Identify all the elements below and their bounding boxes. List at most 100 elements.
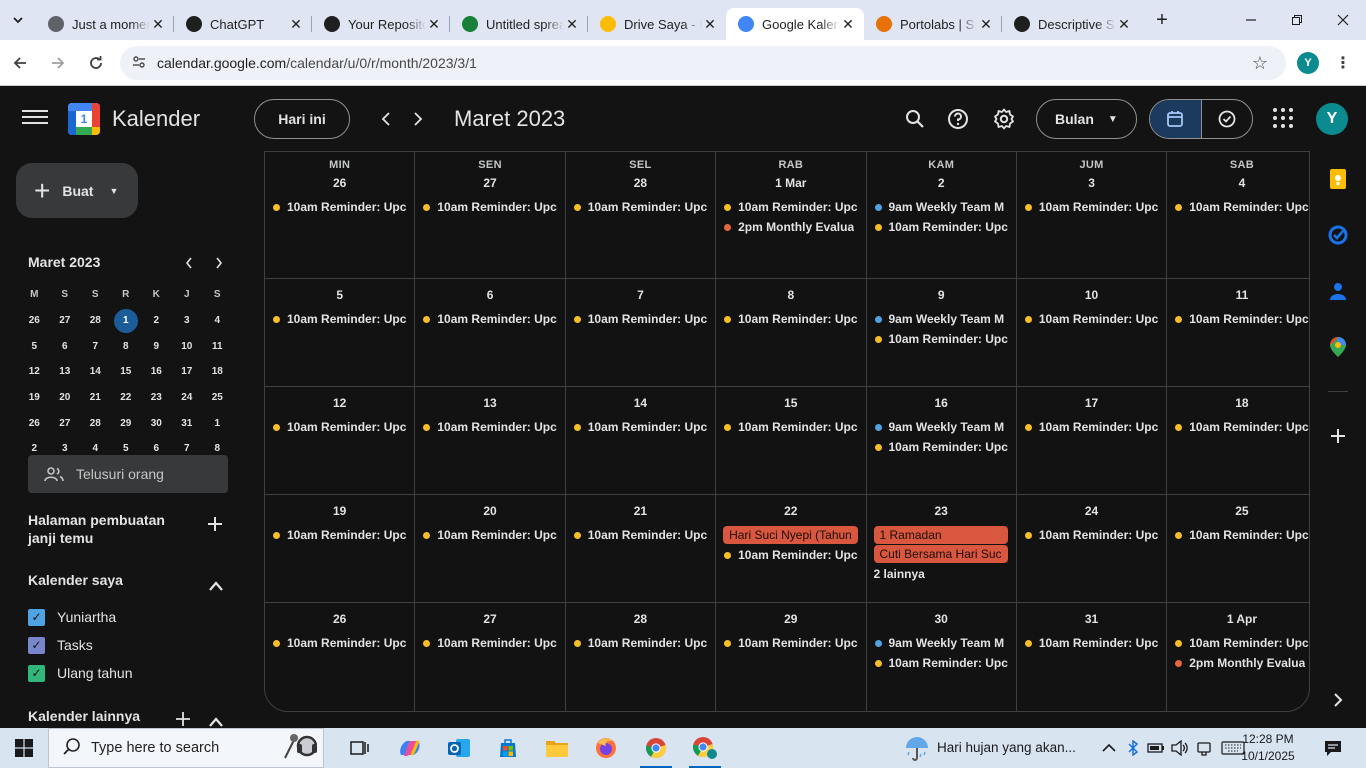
day-cell[interactable]: 1 Apr 10am Reminder: Upc 2pm Monthly Evalu… (1167, 603, 1309, 711)
timed-event[interactable]: 10am Reminder: Upc (874, 437, 1008, 457)
day-cell[interactable]: 5 10am Reminder: Upc (265, 279, 416, 387)
my-calendars-title[interactable]: Kalender saya (28, 571, 123, 589)
create-button[interactable]: + Buat ▼ (16, 163, 138, 218)
close-tab-icon[interactable]: ✕ (426, 16, 442, 33)
mini-day[interactable]: 7 (80, 333, 111, 359)
volume-icon[interactable] (1169, 728, 1191, 768)
day-cell[interactable]: 8 10am Reminder: Upc (716, 279, 867, 387)
mini-day[interactable]: 6 (50, 333, 81, 359)
timed-event[interactable]: 10am Reminder: Upc (422, 417, 557, 437)
keep-icon[interactable] (1328, 169, 1348, 189)
address-bar[interactable]: calendar.google.com/calendar/u/0/r/month… (120, 46, 1286, 80)
close-tab-icon[interactable]: ✕ (702, 16, 718, 33)
day-cell[interactable]: 16 9am Weekly Team M 10am Reminder: Upc (866, 387, 1017, 495)
add-other-calendar-icon[interactable] (175, 707, 191, 728)
day-cell[interactable]: MIN 26 10am Reminder: Upc (265, 152, 416, 279)
mini-day[interactable]: 27 (50, 308, 81, 334)
mini-day[interactable]: 31 (172, 410, 203, 436)
browser-profile-avatar[interactable]: Y (1297, 52, 1319, 74)
mini-day[interactable]: 16 (141, 359, 172, 385)
timed-event[interactable]: 10am Reminder: Upc (723, 309, 858, 329)
mini-day[interactable]: 27 (50, 410, 81, 436)
day-number[interactable]: 27 (415, 174, 564, 194)
timed-event[interactable]: 10am Reminder: Upc (1024, 633, 1158, 653)
timed-event[interactable]: 10am Reminder: Upc (272, 633, 406, 653)
day-number[interactable]: 20 (415, 502, 564, 522)
timed-event[interactable]: 10am Reminder: Upc (1174, 633, 1309, 653)
timed-event[interactable]: 10am Reminder: Upc (272, 309, 406, 329)
browser-menu-icon[interactable]: ⋮ (1335, 52, 1351, 74)
timed-event[interactable]: 9am Weekly Team M (874, 309, 1008, 329)
next-month-icon[interactable] (402, 103, 434, 135)
today-button[interactable]: Hari ini (254, 99, 350, 139)
mini-day[interactable]: 2 (141, 308, 172, 334)
restore-icon[interactable] (1274, 0, 1320, 40)
day-number[interactable]: 2 (867, 174, 1016, 194)
day-number[interactable]: 9 (867, 286, 1016, 306)
day-cell[interactable]: SAB 4 10am Reminder: Upc (1167, 152, 1309, 279)
mini-day[interactable]: 9 (141, 333, 172, 359)
close-tab-icon[interactable]: ✕ (150, 16, 166, 33)
mini-day[interactable]: 23 (141, 385, 172, 411)
maps-icon[interactable] (1328, 337, 1348, 357)
day-number[interactable]: 24 (1017, 502, 1166, 522)
day-cell[interactable]: 14 10am Reminder: Upc (565, 387, 717, 495)
mini-day[interactable]: 10 (172, 333, 203, 359)
day-number[interactable]: 6 (415, 286, 564, 306)
browser-tab[interactable]: Drive Saya - Google Drive✕ (587, 8, 726, 40)
day-cell[interactable]: 7 10am Reminder: Upc (565, 279, 717, 387)
notification-icon[interactable] (1318, 728, 1348, 768)
bluetooth-icon[interactable] (1122, 728, 1144, 768)
browser-tab[interactable]: Just a moment...✕ (36, 8, 174, 40)
mini-day[interactable]: 1 (202, 410, 233, 436)
day-number[interactable]: 3 (1017, 174, 1166, 194)
day-cell[interactable]: 19 10am Reminder: Upc (265, 495, 416, 603)
mini-day[interactable]: 8 (111, 333, 142, 359)
copilot-icon[interactable] (386, 728, 434, 768)
timed-event[interactable]: 10am Reminder: Upc (573, 525, 707, 545)
browser-tab[interactable]: ChatGPT ✕ (173, 8, 312, 40)
day-number[interactable]: 16 (867, 394, 1016, 414)
settings-gear-icon[interactable] (988, 103, 1020, 135)
day-cell[interactable]: 29 10am Reminder: Upc (716, 603, 867, 711)
mini-day[interactable]: 29 (111, 410, 142, 436)
day-cell[interactable]: 11 10am Reminder: Upc (1167, 279, 1309, 387)
mini-day[interactable]: 30 (141, 410, 172, 436)
browser-tab[interactable]: Your Repositories✕ (311, 8, 450, 40)
google-apps-icon[interactable] (1273, 108, 1293, 128)
forward-icon[interactable] (40, 45, 76, 81)
timed-event[interactable]: 10am Reminder: Upc (1024, 309, 1158, 329)
day-number[interactable]: 4 (1167, 174, 1309, 194)
day-cell[interactable]: 18 10am Reminder: Upc (1167, 387, 1309, 495)
previous-month-icon[interactable] (370, 103, 402, 135)
mini-next-icon[interactable] (207, 251, 231, 275)
mini-day[interactable]: 15 (111, 359, 142, 385)
day-number[interactable]: 31 (1017, 610, 1166, 630)
main-menu-icon[interactable] (22, 107, 48, 131)
day-number[interactable]: 17 (1017, 394, 1166, 414)
day-cell[interactable]: SEN 27 10am Reminder: Upc (415, 152, 566, 279)
day-number[interactable]: 28 (566, 610, 715, 630)
timed-event[interactable]: 9am Weekly Team M (874, 417, 1008, 437)
timed-event[interactable]: 10am Reminder: Upc (422, 525, 557, 545)
timed-event[interactable]: 2pm Monthly Evalua (723, 217, 857, 237)
battery-icon[interactable] (1145, 728, 1167, 768)
day-number[interactable]: 23 (867, 502, 1016, 522)
start-windows-icon[interactable] (0, 728, 48, 768)
calendar-list-item[interactable]: ✓ Tasks (28, 635, 93, 655)
timed-event[interactable]: 10am Reminder: Upc (1024, 197, 1158, 217)
timed-event[interactable]: 10am Reminder: Upc (1174, 309, 1309, 329)
day-cell[interactable]: 30 9am Weekly Team M 10am Reminder: Upc (867, 603, 1017, 711)
mini-day[interactable]: 14 (80, 359, 111, 385)
day-number[interactable]: 1 Apr (1167, 610, 1309, 630)
day-cell[interactable]: JUM 3 10am Reminder: Upc (1016, 152, 1168, 279)
reload-icon[interactable] (78, 45, 114, 81)
timed-event[interactable]: 10am Reminder: Upc (272, 525, 406, 545)
view-selector-dropdown[interactable]: Bulan ▼ (1036, 99, 1137, 139)
mini-day[interactable]: 17 (172, 359, 203, 385)
mini-day[interactable]: 18 (202, 359, 233, 385)
hide-side-panel-icon[interactable] (1328, 690, 1348, 710)
day-number[interactable]: 21 (566, 502, 715, 522)
day-number[interactable]: 22 (716, 502, 865, 522)
day-cell[interactable]: RAB 1 Mar 10am Reminder: Upc 2pm Monthly Ev… (716, 152, 867, 279)
